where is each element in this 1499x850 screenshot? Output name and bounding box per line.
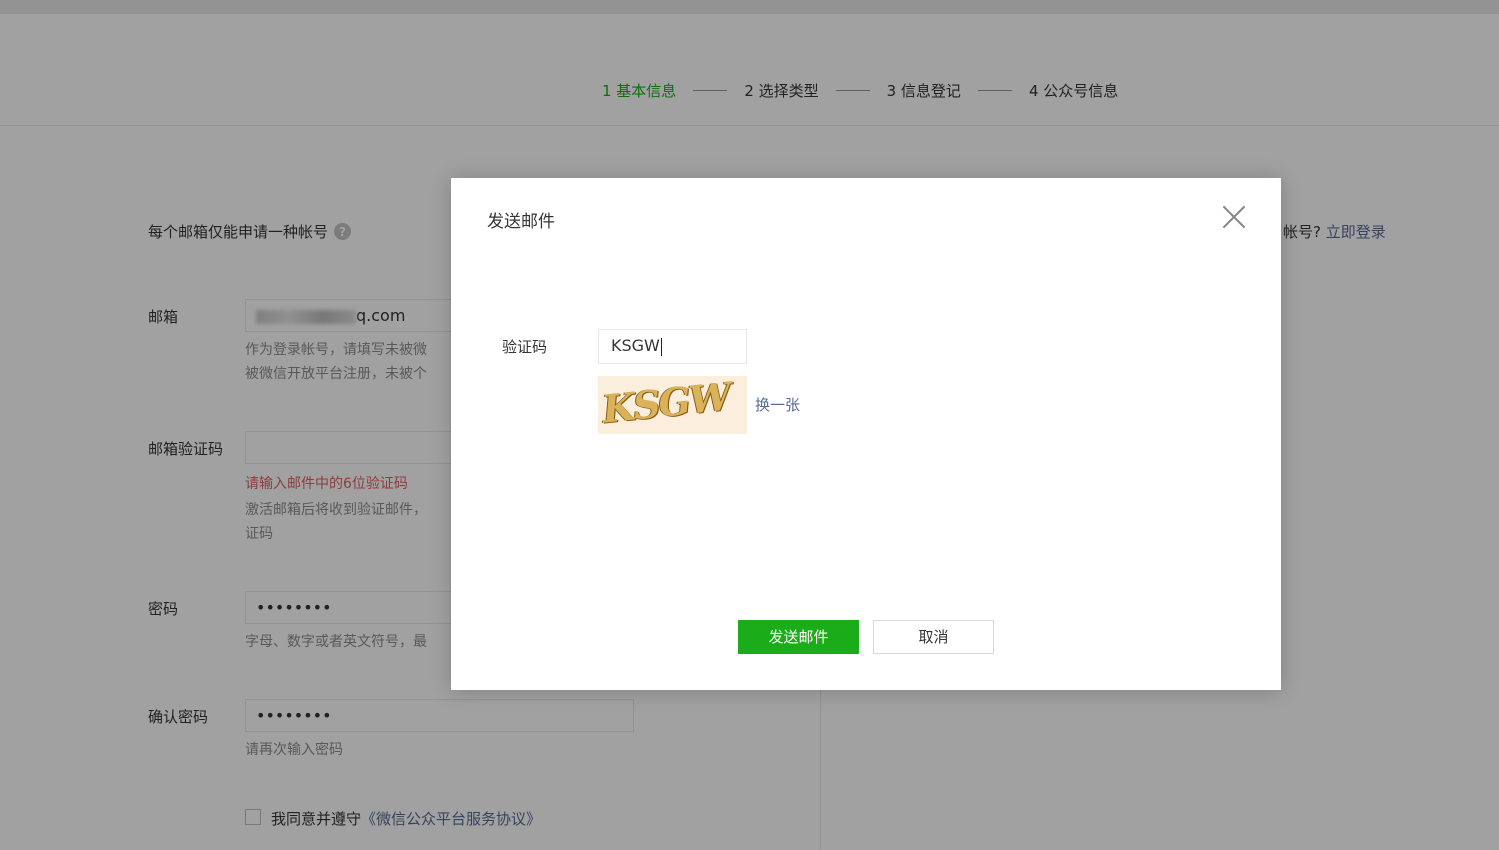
captcha-input[interactable]: KSGW <box>598 329 747 364</box>
captcha-input-value: KSGW <box>611 336 660 355</box>
dialog-title: 发送邮件 <box>487 212 555 232</box>
refresh-captcha-link[interactable]: 换一张 <box>755 394 800 415</box>
captcha-label: 验证码 <box>502 338 548 356</box>
cancel-button[interactable]: 取消 <box>873 620 994 654</box>
captcha-image-text: KSGW <box>599 376 732 432</box>
text-caret <box>660 337 662 356</box>
close-icon[interactable] <box>1223 206 1245 228</box>
send-email-button[interactable]: 发送邮件 <box>738 620 859 654</box>
captcha-image: KSGW <box>598 376 747 434</box>
send-email-dialog: 发送邮件 验证码 KSGW KSGW 换一张 发送邮件 取消 <box>451 178 1281 690</box>
